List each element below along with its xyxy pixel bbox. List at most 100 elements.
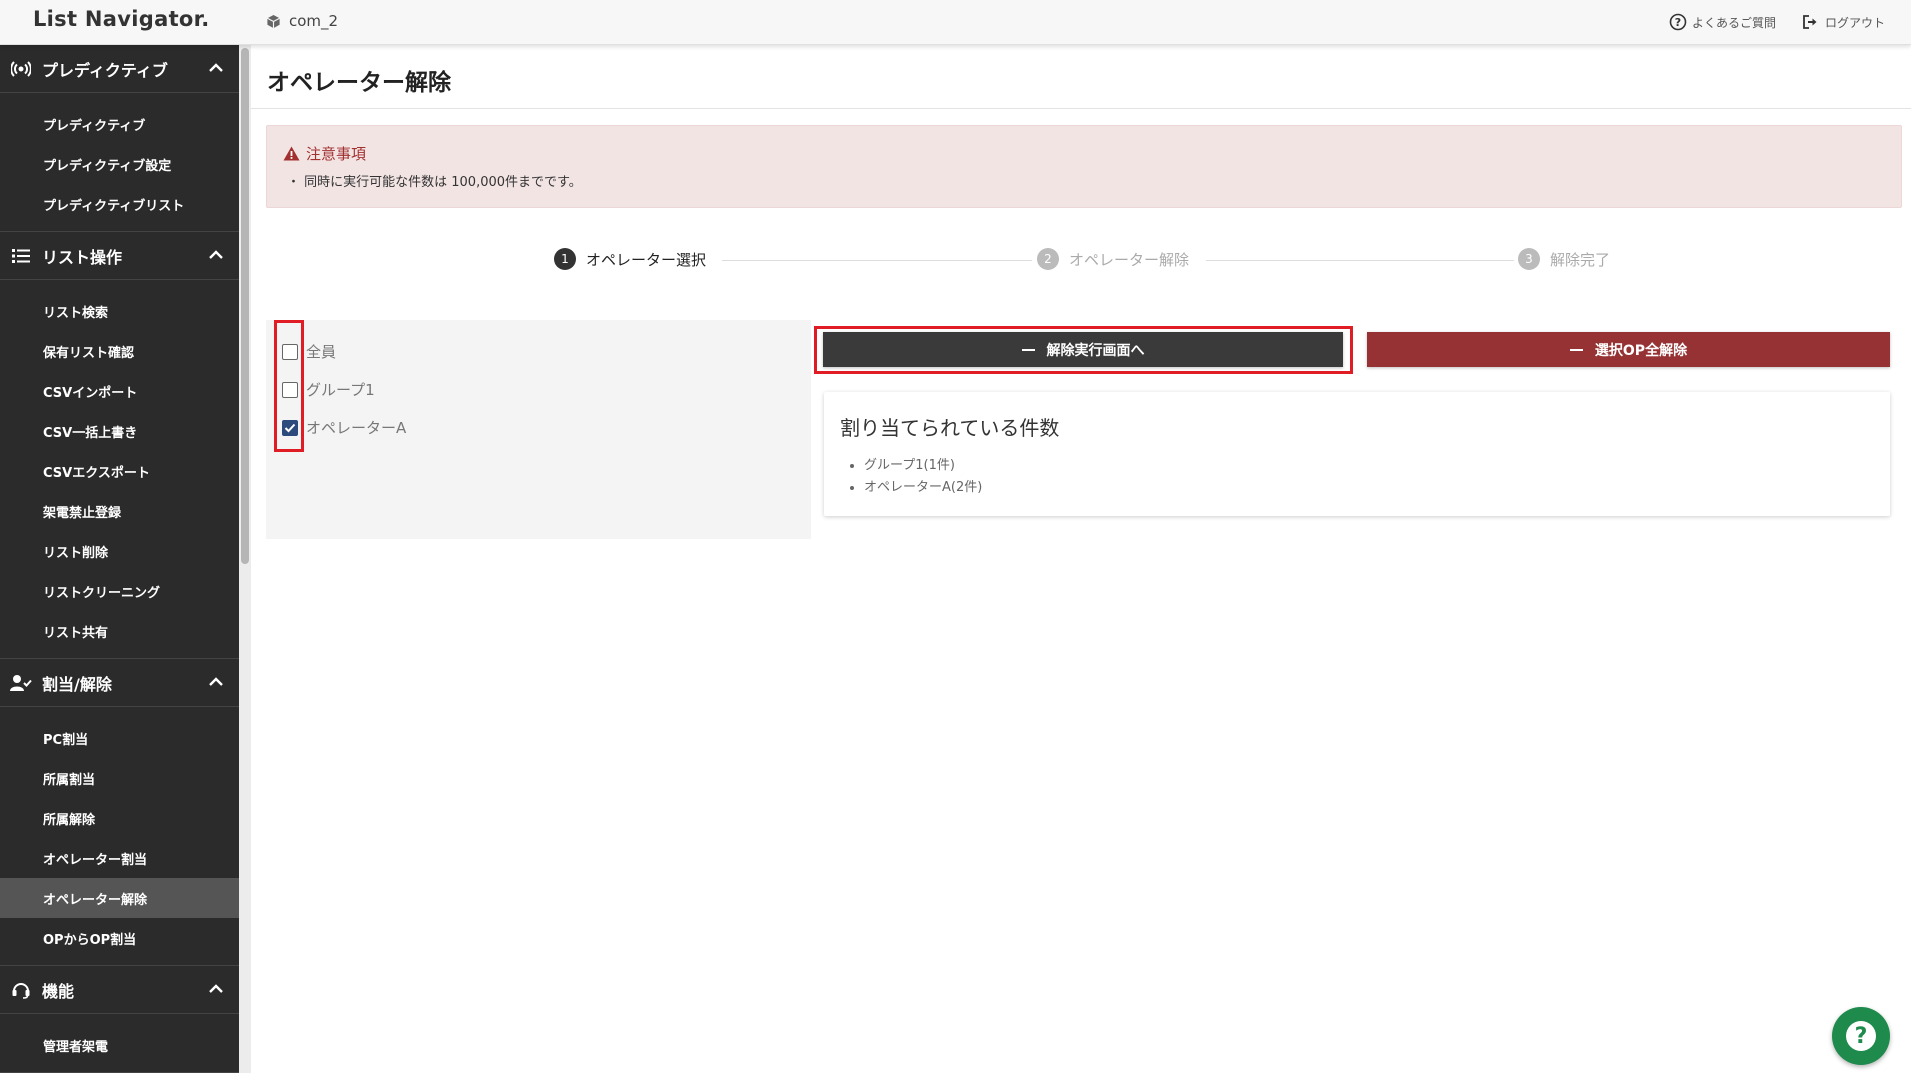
sidebar-item-pc-assign[interactable]: PC割当	[0, 718, 239, 758]
step-number: 2	[1037, 248, 1059, 270]
sidebar-item-csv-overwrite[interactable]: CSV一括上書き	[0, 411, 239, 451]
checkbox-checked[interactable]	[282, 419, 298, 436]
sidebar: プレディクティブ プレディクティブ プレディクティブ設定 プレディクティブリスト…	[0, 45, 239, 1073]
divider	[251, 108, 1911, 109]
chevron-up-icon[interactable]	[207, 59, 225, 77]
sidebar-section-label: リスト操作	[42, 247, 123, 267]
sidebar-item-predictive-settings[interactable]: プレディクティブ設定	[0, 144, 239, 184]
chevron-up-icon[interactable]	[207, 246, 225, 264]
help-button[interactable]: ?	[1832, 1007, 1890, 1065]
company-name: com_2	[289, 12, 339, 30]
chevron-up-icon[interactable]	[207, 980, 225, 998]
card-title: 割り当てられている件数	[840, 416, 1060, 440]
sidebar-item-operator-release[interactable]: オペレーター解除	[0, 878, 239, 918]
operator-select-panel: 全員 グループ1 オペレーターA	[266, 320, 811, 539]
sidebar-item-owned-lists[interactable]: 保有リスト確認	[0, 331, 239, 371]
progress-stepper: 1 オペレーター選択 2 オペレーター解除 3 解除完了	[554, 248, 1634, 274]
company-indicator: com_2	[266, 12, 338, 30]
checkbox[interactable]	[282, 381, 298, 398]
scrollbar-thumb[interactable]	[241, 48, 249, 564]
checkbox-all[interactable]: 全員	[282, 341, 336, 362]
page-title: オペレーター解除	[267, 70, 451, 96]
checkbox-label: 全員	[306, 343, 337, 361]
sidebar-scrollbar[interactable]	[239, 45, 251, 1073]
proceed-release-button[interactable]: 解除実行画面へ	[823, 332, 1343, 367]
warning-icon	[283, 146, 300, 161]
main-content: オペレーター解除 注意事項 ・ 同時に実行可能な件数は 100,000件までです…	[251, 45, 1911, 1073]
alert-heading: 注意事項	[283, 143, 366, 164]
logout-icon	[1803, 15, 1817, 29]
svg-text:?: ?	[1855, 1024, 1868, 1049]
top-header: List Navigator. com_2 ? よくあるご質問 ログアウト	[0, 0, 1911, 45]
checkbox-operator-a[interactable]: オペレーターA	[282, 417, 406, 438]
svg-text:?: ?	[1675, 16, 1681, 29]
step-number: 1	[554, 248, 576, 270]
sidebar-item-group-assign[interactable]: 所属割当	[0, 758, 239, 798]
step-number: 3	[1518, 248, 1540, 270]
minus-icon	[1569, 348, 1583, 351]
sidebar-section-list-ops[interactable]: リスト操作	[0, 232, 239, 280]
alert-text: ・ 同時に実行可能な件数は 100,000件までです。	[287, 175, 582, 190]
button-label: 選択OP全解除	[1594, 342, 1688, 359]
step-label: オペレーター解除	[1069, 250, 1190, 269]
list-item: オペレーターA(2件)	[864, 477, 982, 499]
checkbox-label: オペレーターA	[306, 419, 407, 437]
app-logo[interactable]: List Navigator.	[33, 7, 210, 31]
logout-label: ログアウト	[1824, 15, 1885, 30]
sidebar-section-items: PC割当 所属割当 所属解除 オペレーター割当 オペレーター解除 OPからOP割…	[0, 707, 239, 966]
checkbox-label: グループ1	[306, 381, 375, 399]
header-links: ? よくあるご質問 ログアウト	[1643, 13, 1885, 31]
sidebar-section-assign[interactable]: 割当/解除	[0, 659, 239, 707]
sidebar-section-predictive[interactable]: プレディクティブ	[0, 45, 239, 93]
sidebar-item-admin-call[interactable]: 管理者架電	[0, 1025, 239, 1065]
headset-icon	[10, 979, 32, 1001]
sidebar-section-label: 機能	[42, 981, 75, 1001]
step-connector	[1206, 260, 1514, 261]
sidebar-item-csv-import[interactable]: CSVインポート	[0, 371, 239, 411]
step-2: 2 オペレーター解除	[1037, 248, 1189, 270]
sidebar-item-predictive-list[interactable]: プレディクティブリスト	[0, 184, 239, 224]
checkbox-group1[interactable]: グループ1	[282, 379, 375, 400]
sidebar-item-list-cleaning[interactable]: リストクリーニング	[0, 571, 239, 611]
notice-alert: 注意事項 ・ 同時に実行可能な件数は 100,000件までです。	[266, 125, 1902, 208]
sidebar-item-list-search[interactable]: リスト検索	[0, 291, 239, 331]
checkbox[interactable]	[282, 343, 298, 360]
step-3: 3 解除完了	[1518, 248, 1610, 270]
sidebar-item-predictive[interactable]: プレディクティブ	[0, 104, 239, 144]
sidebar-section-items: 管理者架電	[0, 1014, 239, 1073]
alert-title: 注意事項	[306, 145, 367, 163]
sidebar-item-list-delete[interactable]: リスト削除	[0, 531, 239, 571]
faq-label: よくあるご質問	[1691, 15, 1776, 30]
step-connector	[722, 260, 1032, 261]
step-label: 解除完了	[1550, 250, 1611, 269]
user-check-icon	[10, 672, 32, 694]
button-label: 解除実行画面へ	[1046, 342, 1145, 359]
step-label: オペレーター選択	[586, 250, 707, 269]
sidebar-section-functions[interactable]: 機能	[0, 966, 239, 1014]
list-icon	[10, 245, 32, 267]
assigned-count-list: グループ1(1件) オペレーターA(2件)	[864, 455, 982, 499]
sidebar-item-group-release[interactable]: 所属解除	[0, 798, 239, 838]
sidebar-item-op-to-op-assign[interactable]: OPからOP割当	[0, 918, 239, 958]
sidebar-section-label: プレディクティブ	[42, 60, 168, 80]
question-circle-icon: ?	[1846, 1021, 1876, 1051]
check-icon	[284, 423, 296, 432]
logout-link[interactable]: ログアウト	[1802, 14, 1885, 31]
minus-icon	[1021, 348, 1035, 351]
sidebar-item-list-share[interactable]: リスト共有	[0, 611, 239, 651]
sidebar-item-operator-assign[interactable]: オペレーター割当	[0, 838, 239, 878]
cube-icon	[267, 14, 280, 28]
release-all-selected-button[interactable]: 選択OP全解除	[1367, 332, 1890, 367]
assigned-count-card: 割り当てられている件数 グループ1(1件) オペレーターA(2件)	[824, 392, 1890, 516]
step-1: 1 オペレーター選択	[554, 248, 706, 270]
sidebar-section-label: 割当/解除	[42, 674, 112, 694]
faq-link[interactable]: ? よくあるご質問	[1669, 13, 1776, 31]
broadcast-icon	[10, 58, 32, 80]
sidebar-section-items: リスト検索 保有リスト確認 CSVインポート CSV一括上書き CSVエクスポー…	[0, 280, 239, 659]
question-circle-icon: ?	[1669, 13, 1687, 31]
list-item: グループ1(1件)	[864, 455, 982, 477]
chevron-up-icon[interactable]	[207, 673, 225, 691]
sidebar-item-csv-export[interactable]: CSVエクスポート	[0, 451, 239, 491]
sidebar-section-items: プレディクティブ プレディクティブ設定 プレディクティブリスト	[0, 93, 239, 232]
sidebar-item-call-block[interactable]: 架電禁止登録	[0, 491, 239, 531]
